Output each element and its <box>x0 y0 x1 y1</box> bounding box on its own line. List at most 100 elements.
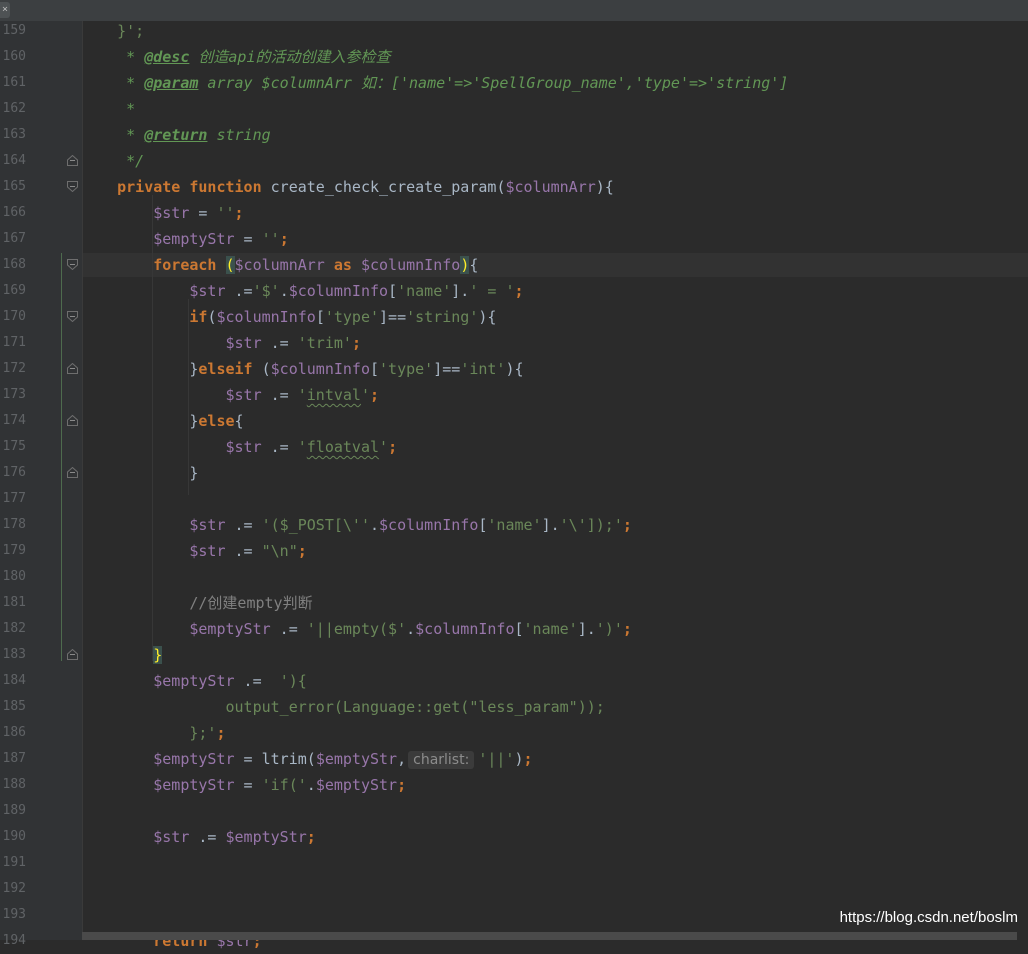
line-number: 175 <box>2 439 26 454</box>
code-text[interactable]: $emptyStr .= '||empty($'.$columnInfo['na… <box>81 616 632 642</box>
line-number: 178 <box>2 517 26 532</box>
line-number: 159 <box>2 23 26 38</box>
code-text[interactable]: $str .= "\n"; <box>81 538 306 564</box>
code-text[interactable]: $str .= 'trim'; <box>81 330 361 356</box>
line-number: 167 <box>2 231 26 246</box>
code-text[interactable]: * @param array $columnArr 如：['name'=>'Sp… <box>81 70 788 96</box>
code-line[interactable]: 189 <box>0 798 1028 824</box>
code-line[interactable]: 178 $str .= '($_POST[\''.$columnInfo['na… <box>0 512 1028 538</box>
code-line[interactable]: 173 $str .= 'intval'; <box>0 382 1028 408</box>
line-number: 184 <box>2 673 26 688</box>
line-number: 192 <box>2 881 26 896</box>
line-number: 187 <box>2 751 26 766</box>
fold-collapse-icon[interactable] <box>67 181 78 192</box>
code-line[interactable]: 182 $emptyStr .= '||empty($'.$columnInfo… <box>0 616 1028 642</box>
code-text[interactable]: $str .= $emptyStr; <box>81 824 316 850</box>
indent-guide <box>188 299 189 495</box>
code-line[interactable]: 176 } <box>0 460 1028 486</box>
code-text[interactable]: output_error(Language::get("less_param")… <box>81 694 604 720</box>
code-line[interactable]: 177 <box>0 486 1028 512</box>
code-text[interactable]: }elseif ($columnInfo['type']=='int'){ <box>81 356 523 382</box>
code-line[interactable]: 175 $str .= 'floatval'; <box>0 434 1028 460</box>
code-text[interactable]: * @desc 创造api的活动创建入参检查 <box>81 44 390 70</box>
code-text[interactable]: $str .= '($_POST[\''.$columnInfo['name']… <box>81 512 632 538</box>
code-line[interactable]: 169 $str .='$'.$columnInfo['name'].' = '… <box>0 278 1028 304</box>
code-text[interactable]: $str .='$'.$columnInfo['name'].' = '; <box>81 278 523 304</box>
code-text[interactable]: } <box>81 460 198 486</box>
code-text[interactable]: };'; <box>81 720 225 746</box>
code-line[interactable]: 161 * @param array $columnArr 如：['name'=… <box>0 70 1028 96</box>
code-text[interactable]: //创建empty判断 <box>81 590 312 616</box>
code-line[interactable]: 162 * <box>0 96 1028 122</box>
line-number: 177 <box>2 491 26 506</box>
code-line[interactable]: 183 } <box>0 642 1028 668</box>
code-line[interactable]: 170 if($columnInfo['type']=='string'){ <box>0 304 1028 330</box>
code-text[interactable]: $str .= 'intval'; <box>81 382 380 408</box>
code-line[interactable]: 180 <box>0 564 1028 590</box>
code-text[interactable]: private function create_check_create_par… <box>81 174 614 200</box>
code-text[interactable]: */ <box>81 148 144 174</box>
line-number: 169 <box>2 283 26 298</box>
line-number: 176 <box>2 465 26 480</box>
line-number: 190 <box>2 829 26 844</box>
line-number: 193 <box>2 907 26 922</box>
fold-end-icon[interactable] <box>67 415 78 426</box>
line-number: 182 <box>2 621 26 636</box>
code-line[interactable]: 184 $emptyStr .= '){ <box>0 668 1028 694</box>
fold-collapse-icon[interactable] <box>67 311 78 322</box>
code-line[interactable]: 165 private function create_check_create… <box>0 174 1028 200</box>
code-text[interactable]: $str = ''; <box>81 200 243 226</box>
code-text[interactable]: $emptyStr = 'if('.$emptyStr; <box>81 772 406 798</box>
line-number: 194 <box>2 933 26 948</box>
code-text[interactable]: } <box>81 642 163 668</box>
code-line[interactable]: 185 output_error(Language::get("less_par… <box>0 694 1028 720</box>
code-line[interactable]: 179 $str .= "\n"; <box>0 538 1028 564</box>
line-number: 191 <box>2 855 26 870</box>
code-line[interactable]: 167 $emptyStr = ''; <box>0 226 1028 252</box>
code-line[interactable]: 187 $emptyStr = ltrim($emptyStr, charlist… <box>0 746 1028 772</box>
code-text[interactable]: $emptyStr = ''; <box>81 226 288 252</box>
code-line[interactable]: 172 }elseif ($columnInfo['type']=='int')… <box>0 356 1028 382</box>
code-line[interactable]: 160 * @desc 创造api的活动创建入参检查 <box>0 44 1028 70</box>
code-line[interactable]: 163 * @return string <box>0 122 1028 148</box>
code-line[interactable]: 171 $str .= 'trim'; <box>0 330 1028 356</box>
code-line[interactable]: 186 };'; <box>0 720 1028 746</box>
line-number: 179 <box>2 543 26 558</box>
watermark: https://blog.csdn.net/boslm <box>839 909 1018 926</box>
fold-end-icon[interactable] <box>67 363 78 374</box>
code-text[interactable]: if($columnInfo['type']=='string'){ <box>81 304 496 330</box>
line-number: 186 <box>2 725 26 740</box>
code-text[interactable]: }'; <box>81 18 144 44</box>
code-line[interactable]: 159 }'; <box>0 18 1028 44</box>
code-line[interactable]: 168 foreach ($columnArr as $columnInfo){ <box>0 252 1028 278</box>
fold-end-icon[interactable] <box>67 467 78 478</box>
code-line[interactable]: 190 $str .= $emptyStr; <box>0 824 1028 850</box>
code-line[interactable]: 164 */ <box>0 148 1028 174</box>
code-line[interactable]: 181 //创建empty判断 <box>0 590 1028 616</box>
line-number: 171 <box>2 335 26 350</box>
line-number: 161 <box>2 75 26 90</box>
line-number: 165 <box>2 179 26 194</box>
close-tab-icon[interactable]: × <box>0 2 10 18</box>
line-number: 163 <box>2 127 26 142</box>
horizontal-scrollbar[interactable] <box>82 932 1017 940</box>
code-text[interactable]: $emptyStr = ltrim($emptyStr, charlist: '||… <box>81 746 533 773</box>
code-text[interactable]: * @return string <box>81 122 271 148</box>
code-text[interactable]: }else{ <box>81 408 243 434</box>
line-number: 174 <box>2 413 26 428</box>
code-text[interactable]: $str .= 'floatval'; <box>81 434 398 460</box>
code-line[interactable]: 192 <box>0 876 1028 902</box>
code-line[interactable]: 188 $emptyStr = 'if('.$emptyStr; <box>0 772 1028 798</box>
fold-end-icon[interactable] <box>67 155 78 166</box>
code-text[interactable]: * <box>81 96 135 122</box>
line-number: 162 <box>2 101 26 116</box>
line-number: 173 <box>2 387 26 402</box>
indent-guide <box>152 195 153 661</box>
fold-end-icon[interactable] <box>67 649 78 660</box>
code-line[interactable]: 191 <box>0 850 1028 876</box>
code-text[interactable]: foreach ($columnArr as $columnInfo){ <box>81 252 478 278</box>
code-text[interactable]: $emptyStr .= '){ <box>81 668 307 694</box>
code-line[interactable]: 174 }else{ <box>0 408 1028 434</box>
code-line[interactable]: 166 $str = ''; <box>0 200 1028 226</box>
fold-collapse-icon[interactable] <box>67 259 78 270</box>
